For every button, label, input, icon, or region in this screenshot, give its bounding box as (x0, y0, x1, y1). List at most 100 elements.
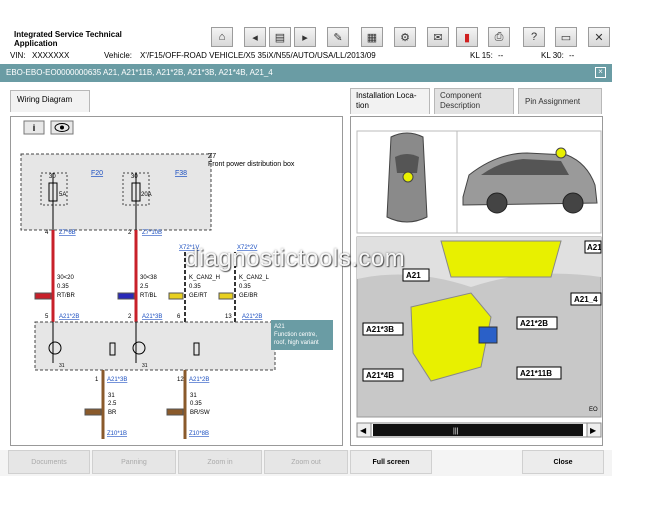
tab-pin-assignment[interactable]: Pin Assignment (518, 88, 602, 114)
a21-box (34, 321, 276, 371)
vin-label: VIN: (10, 51, 26, 60)
battery-icon[interactable]: ▮ (456, 27, 478, 47)
z10-8b-link: Z10*8B (189, 431, 209, 437)
can-l-c: GE/BR (239, 293, 258, 299)
marker-br-sw (166, 408, 184, 416)
fuse1-amp: 5A (59, 192, 66, 198)
callout-a21-4b-label: A21*4B (366, 371, 394, 380)
f38-link: F38 (175, 170, 187, 177)
marker-ge-rt (168, 292, 184, 300)
vehicle-label: Vehicle: (104, 51, 133, 60)
tab-installation-location[interactable]: Installation Loca-tion (350, 88, 430, 114)
tab-component-description[interactable]: Component Description (434, 88, 514, 114)
w2-b: 2.5 (140, 284, 149, 290)
wiring-diagram-panel: i Z7 Front power distribution box F20 F3… (10, 116, 343, 446)
zoom-in-button[interactable]: Zoom in (178, 450, 262, 474)
kl30-value: -- (569, 51, 575, 60)
forward-icon[interactable]: ▸ (294, 27, 316, 47)
g1-c: BR (108, 410, 117, 416)
w2-a: 30<38 (140, 275, 158, 281)
photo-code: EO (589, 407, 598, 413)
wrench-icon[interactable]: ✎ (327, 27, 349, 47)
tab-wiring-diagram[interactable]: Wiring Diagram (10, 90, 90, 112)
kl15-label: KL 15: (470, 51, 493, 60)
kl15-value: -- (498, 51, 504, 60)
car-top-highlight (402, 171, 414, 183)
close-document-icon[interactable]: × (595, 67, 606, 78)
close-button[interactable]: Close (522, 450, 604, 474)
can-l-b: 0.35 (239, 284, 251, 290)
document-title: EBO-EBO-EO0000000635 A21, A21*11B, A21*2… (6, 68, 273, 77)
tab-pin-label: Pin Assignment (525, 97, 581, 106)
pin2-label: 2 (128, 230, 132, 236)
z7-label: Z7 (208, 153, 216, 160)
a21-pin6: 6 (177, 314, 181, 320)
watermark: diagnostictools.com (185, 245, 406, 272)
panning-button[interactable]: Panning (92, 450, 176, 474)
home-icon[interactable]: ⌂ (211, 27, 233, 47)
vin-value: XXXXXXX (32, 51, 70, 60)
installation-location-panel: A21 A21 A21*3B A21*2B A21*4B A21*11B A21… (350, 116, 603, 446)
document-title-bar: EBO-EBO-EO0000000635 A21, A21*11B, A21*2… (0, 64, 612, 82)
info-button-label: i (33, 123, 36, 133)
marker-ge-br (218, 292, 234, 300)
tab-install-label-1: Installation Loca- (356, 91, 417, 100)
detail-a21-top (440, 240, 562, 278)
can-l-label: K_CAN2_L (239, 275, 270, 281)
installation-image[interactable]: A21 A21 A21*3B A21*2B A21*4B A21*11B A21… (351, 117, 604, 447)
vehicle-info-bar: VIN: XXXXXXX Vehicle: X'/F15/OFF-ROAD VE… (0, 48, 612, 65)
callout-a21-top-label: A21 (587, 243, 602, 252)
callout-a21-2b-label: A21*2B (520, 319, 548, 328)
marker-rt-br (34, 292, 52, 300)
zoom-out-button[interactable]: Zoom out (264, 450, 348, 474)
scroll-thumb (373, 424, 583, 436)
pin4-label: 4 (45, 230, 49, 236)
full-screen-button[interactable]: Full screen (350, 450, 432, 474)
mail-icon[interactable]: ✉ (427, 27, 449, 47)
callout-a21-label: A21 (406, 271, 421, 280)
tab-wiring-label: Wiring Diagram (17, 95, 73, 104)
w1-b: 0.35 (57, 284, 69, 290)
pin31a: 31 (59, 363, 65, 369)
display-icon[interactable]: ▭ (555, 27, 577, 47)
bot-pin12: 12 (177, 377, 184, 383)
marker-br (84, 408, 102, 416)
a21-3b-link-bot: A21*3B (107, 377, 127, 383)
scroll-right-icon: ▶ (590, 426, 597, 435)
app-title: Integrated Service Technical Application (14, 30, 122, 48)
close-icon[interactable]: ✕ (588, 27, 610, 47)
z7-6b-link: Z7*6B (59, 230, 76, 236)
a21-2b-link-1: A21*2B (59, 314, 79, 320)
kl30-label: KL 30: (541, 51, 564, 60)
help-icon[interactable]: ? (523, 27, 545, 47)
a21-tooltip-3: roof, high variant (274, 340, 319, 346)
info-grid-icon[interactable]: ▦ (361, 27, 383, 47)
g2-c: BR/SW (190, 410, 210, 416)
a21-pin13: 13 (225, 314, 232, 320)
g2-a: 31 (190, 393, 197, 399)
vehicle-tools-icon[interactable]: ⚙ (394, 27, 416, 47)
z7-desc: Front power distribution box (208, 161, 295, 168)
vehicle-value: X'/F15/OFF-ROAD VEHICLE/X5 35iX/N55/AUTO… (140, 51, 376, 60)
g1-b: 2.5 (108, 401, 117, 407)
fuse2-top: 30 (131, 174, 138, 180)
can-h-c: GE/RT (189, 293, 208, 299)
g1-a: 31 (108, 393, 115, 399)
a21-pin5: 5 (45, 314, 49, 320)
tab-component-label-1: Component (440, 91, 482, 100)
wiring-diagram[interactable]: i Z7 Front power distribution box F20 F3… (11, 117, 344, 447)
callout-a21-3b-label: A21*3B (366, 325, 394, 334)
marker-rt-bl (117, 292, 135, 300)
a21-3b-link: A21*3B (142, 314, 162, 320)
car-wheel-front (486, 192, 508, 214)
a21-2b-link-bot: A21*2B (189, 377, 209, 383)
eye-pupil (60, 125, 64, 130)
document-icon[interactable]: ▤ (269, 27, 291, 47)
tab-install-label-2: tion (356, 101, 369, 110)
print-icon[interactable]: ⎙ (488, 27, 510, 47)
documents-button[interactable]: Documents (8, 450, 90, 474)
callout-a21-11b-label: A21*11B (520, 369, 552, 378)
back-icon[interactable]: ◂ (244, 27, 266, 47)
car-windshield (395, 154, 419, 173)
can-h-b: 0.35 (189, 284, 201, 290)
